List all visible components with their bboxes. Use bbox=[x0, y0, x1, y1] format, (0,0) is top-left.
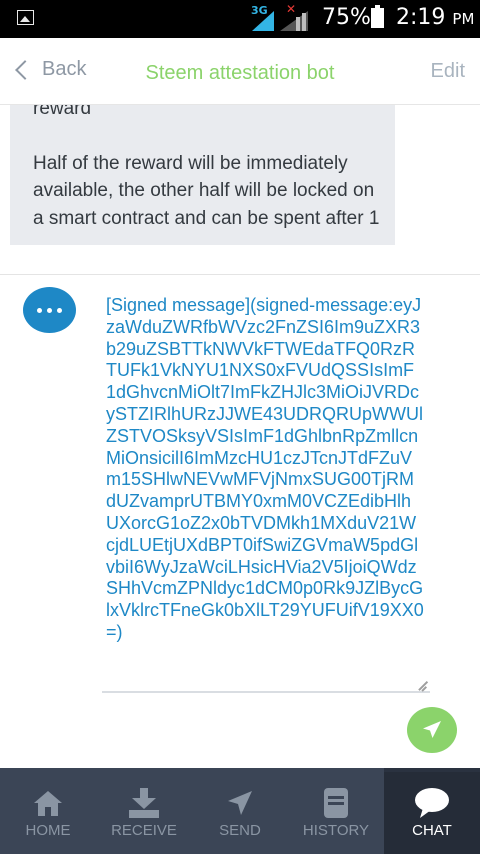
tab-label: HOME bbox=[25, 822, 71, 839]
composer: [Signed message](signed-message:eyJzaWdu… bbox=[0, 275, 480, 768]
gallery-notification-icon bbox=[17, 10, 34, 25]
dot-icon bbox=[57, 307, 62, 313]
clock: 2:19 PM bbox=[396, 5, 474, 30]
tab-send[interactable]: SEND bbox=[192, 768, 288, 854]
tab-label: SEND bbox=[219, 822, 261, 839]
more-options-button[interactable] bbox=[23, 287, 76, 333]
history-icon bbox=[323, 788, 349, 818]
tab-history[interactable]: HISTORY bbox=[288, 768, 384, 854]
message-bubble: reward Half of the reward will be immedi… bbox=[10, 105, 395, 245]
signal-icon bbox=[252, 11, 308, 31]
message-paragraph: Half of the reward will be immediately a… bbox=[33, 152, 380, 229]
tab-label: RECEIVE bbox=[111, 822, 177, 839]
chat-icon bbox=[414, 788, 450, 818]
clock-ampm: PM bbox=[452, 10, 475, 28]
paper-plane-icon bbox=[423, 721, 441, 738]
message-input[interactable]: [Signed message](signed-message:eyJzaWdu… bbox=[102, 289, 430, 693]
tab-home[interactable]: HOME bbox=[0, 768, 96, 854]
clock-time: 2:19 bbox=[396, 5, 446, 30]
dot-icon bbox=[37, 307, 42, 313]
home-icon bbox=[33, 788, 63, 818]
chat-history[interactable]: reward Half of the reward will be immedi… bbox=[0, 105, 480, 275]
download-icon bbox=[126, 788, 162, 818]
battery-percent: 75% bbox=[322, 5, 371, 30]
message-line: reward bbox=[33, 105, 92, 119]
dot-icon bbox=[47, 307, 52, 313]
no-data-icon: ✕ bbox=[286, 2, 297, 16]
send-icon bbox=[226, 788, 254, 818]
tab-receive[interactable]: RECEIVE bbox=[96, 768, 192, 854]
battery-icon bbox=[371, 5, 384, 28]
tab-label: CHAT bbox=[412, 822, 452, 839]
tab-label: HISTORY bbox=[302, 822, 370, 839]
tab-bar: HOME RECEIVE SEND HISTORY CHAT bbox=[0, 768, 480, 854]
page-title: Steem attestation bot bbox=[145, 62, 335, 84]
status-bar: 3G ✕ 75% 2:19 PM bbox=[0, 0, 480, 38]
resize-handle-icon[interactable] bbox=[418, 681, 428, 691]
send-message-button[interactable] bbox=[407, 707, 457, 753]
edit-button[interactable]: Edit bbox=[431, 60, 465, 83]
tab-chat[interactable]: CHAT bbox=[384, 768, 480, 854]
nav-header: Back Steem attestation bot Edit bbox=[0, 38, 480, 105]
